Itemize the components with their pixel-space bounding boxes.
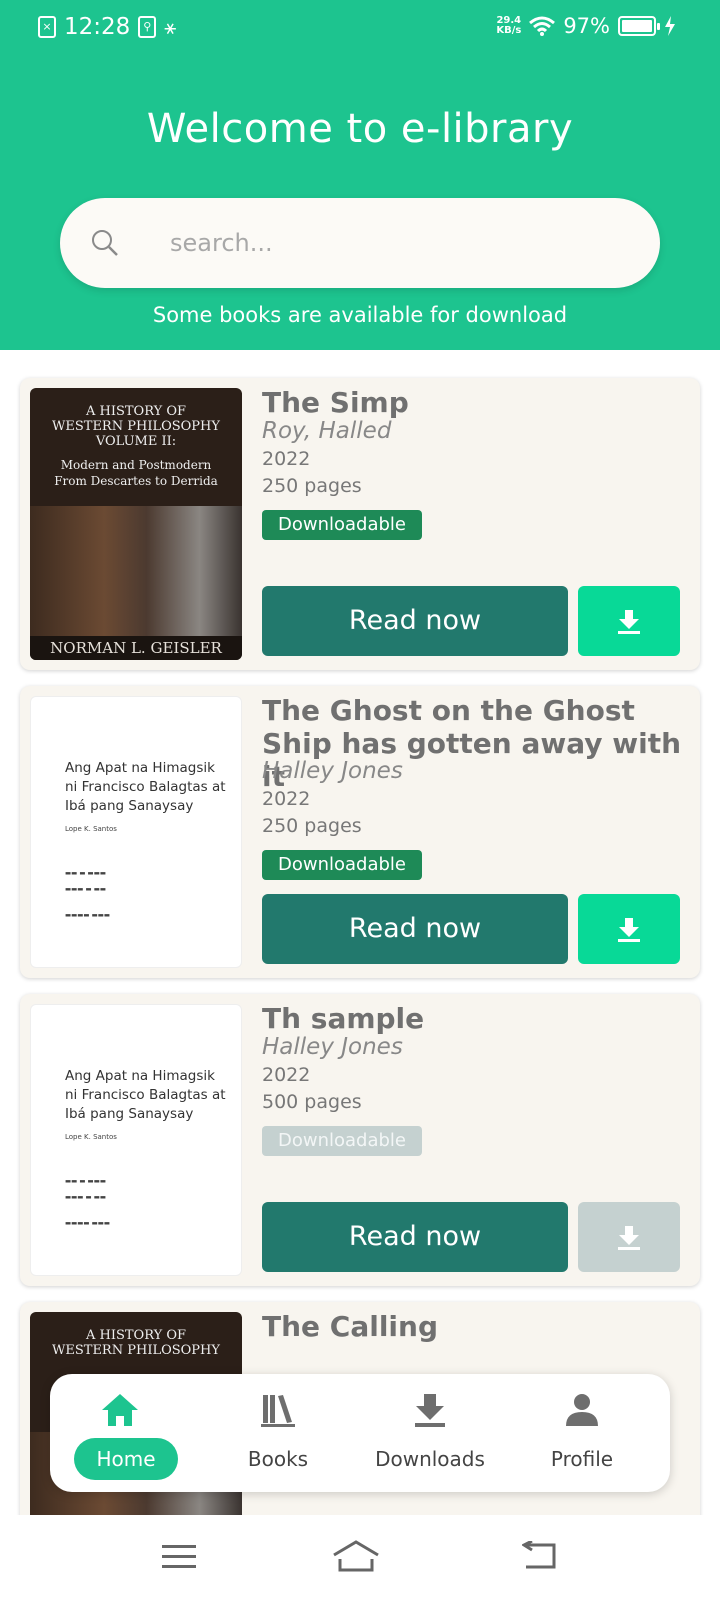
download-button-disabled xyxy=(578,1202,680,1272)
download-icon xyxy=(415,1394,445,1427)
book-card: A HISTORY OF WESTERN PHILOSOPHY VOLUME I… xyxy=(20,378,700,670)
downloadable-badge: Downloadable xyxy=(262,1126,422,1156)
system-nav-bar xyxy=(0,1515,720,1600)
book-pages: 250 pages xyxy=(262,475,362,497)
home-system-icon[interactable] xyxy=(332,1539,380,1573)
book-title[interactable]: The Simp xyxy=(262,386,692,419)
downloadable-badge: Downloadable xyxy=(262,850,422,880)
book-year: 2022 xyxy=(262,788,311,810)
book-year: 2022 xyxy=(262,1064,311,1086)
cover-editor-text: ▬▬ ▬ ▬▬▬ xyxy=(65,869,106,877)
read-now-button[interactable]: Read now xyxy=(262,586,568,656)
network-speed: 29.4 KB/s xyxy=(496,15,522,36)
book-author: Halley Jones xyxy=(262,1034,403,1060)
search-icon xyxy=(92,230,118,256)
back-icon[interactable] xyxy=(522,1541,558,1571)
nav-downloads-label: Downloads xyxy=(375,1447,485,1471)
battery-percent: 97% xyxy=(563,14,610,38)
download-icon xyxy=(618,918,640,942)
book-title[interactable]: Th sample xyxy=(262,1002,692,1035)
notification-icon: ⚲ xyxy=(138,16,157,38)
nav-home-label: Home xyxy=(96,1447,156,1471)
download-icon xyxy=(618,1226,640,1250)
home-icon xyxy=(102,1394,138,1426)
battery-icon xyxy=(618,16,660,36)
nav-books-label: Books xyxy=(247,1447,309,1471)
cover-publisher-text: ▬▬▬▬ ▬▬▬ xyxy=(65,1219,111,1227)
status-bar: × 12:28 ⚲ ⚹ 29.4 KB/s 97% xyxy=(0,0,720,58)
nav-home[interactable]: Home xyxy=(50,1374,190,1492)
book-year: 2022 xyxy=(262,448,311,470)
nav-books[interactable]: Books xyxy=(208,1374,348,1492)
download-button[interactable] xyxy=(578,894,680,964)
page-title: Welcome to e-library xyxy=(146,106,574,152)
sim-error-icon: × xyxy=(38,16,56,38)
wifi-icon xyxy=(529,16,556,36)
cover-editor-text: ▬▬▬ ▬ ▬▬ xyxy=(65,885,106,893)
download-button[interactable] xyxy=(578,586,680,656)
search-input[interactable] xyxy=(170,218,630,268)
header: × 12:28 ⚲ ⚹ 29.4 KB/s 97% Welcome to e-l… xyxy=(0,0,720,350)
cover-editor-text: ▬▬▬ ▬ ▬▬ xyxy=(65,1193,106,1201)
charging-icon xyxy=(665,16,675,36)
book-title[interactable]: The Calling xyxy=(262,1310,692,1343)
search-bar[interactable] xyxy=(60,198,660,288)
cover-publisher-text: ▬▬▬▬ ▬▬▬ xyxy=(65,911,111,919)
downloadable-badge: Downloadable xyxy=(262,510,422,540)
book-cover[interactable]: A HISTORY OF WESTERN PHILOSOPHY VOLUME I… xyxy=(30,388,242,660)
nav-profile[interactable]: Profile xyxy=(512,1374,652,1492)
status-time: 12:28 xyxy=(64,14,131,40)
cover-portrait xyxy=(30,506,242,642)
book-cover[interactable]: Ang Apat na Himagsik ni Francisco Balagt… xyxy=(30,1004,242,1276)
nav-downloads[interactable]: Downloads xyxy=(360,1374,500,1492)
book-card: Ang Apat na Himagsik ni Francisco Balagt… xyxy=(20,994,700,1286)
cover-editor-text: ▬▬ ▬ ▬▬▬ xyxy=(65,1177,106,1185)
read-now-button[interactable]: Read now xyxy=(262,894,568,964)
usb-icon: ⚹ xyxy=(164,15,177,39)
book-cover[interactable]: Ang Apat na Himagsik ni Francisco Balagt… xyxy=(30,696,242,968)
book-pages: 500 pages xyxy=(262,1091,362,1113)
book-pages: 250 pages xyxy=(262,815,362,837)
download-info-text: Some books are available for download xyxy=(152,303,568,327)
nav-profile-label: Profile xyxy=(550,1447,614,1471)
person-icon xyxy=(566,1394,598,1426)
book-card: Ang Apat na Himagsik ni Francisco Balagt… xyxy=(20,686,700,978)
download-icon xyxy=(618,610,640,634)
bottom-navigation: Home Books Downloads Profile xyxy=(50,1374,670,1492)
menu-icon[interactable] xyxy=(162,1543,196,1571)
book-author: Halley Jones xyxy=(262,758,403,784)
read-now-button[interactable]: Read now xyxy=(262,1202,568,1272)
books-icon xyxy=(261,1395,295,1427)
book-author: Roy, Halled xyxy=(262,418,392,444)
